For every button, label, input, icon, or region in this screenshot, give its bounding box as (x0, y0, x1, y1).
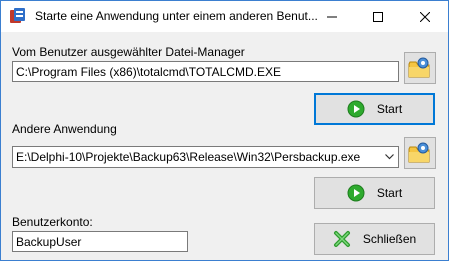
title-bar[interactable]: Starte eine Anwendung unter einem andere… (1, 1, 448, 32)
other-app-start-button[interactable]: Start (314, 177, 435, 209)
folder-gear-icon (408, 57, 430, 78)
close-dialog-button[interactable]: Schließen (314, 223, 435, 255)
minimize-button[interactable] (309, 1, 355, 32)
close-icon (420, 11, 430, 22)
account-field[interactable]: BackupUser (12, 231, 188, 252)
filemanager-label: Vom Benutzer ausgewählter Datei-Manager (12, 45, 245, 59)
app-icon (10, 8, 25, 23)
green-x-icon (333, 231, 350, 247)
other-app-select[interactable]: E:\Delphi-10\Projekte\Backup63\Release\W… (12, 146, 399, 168)
other-app-start-label: Start (376, 186, 403, 200)
other-app-path: E:\Delphi-10\Projekte\Backup63\Release\W… (16, 150, 361, 164)
play-icon (347, 100, 365, 118)
filemanager-start-label: Start (376, 102, 403, 116)
chevron-down-icon (385, 154, 394, 160)
filemanager-path-field[interactable]: C:\Program Files (x86)\totalcmd\TOTALCMD… (12, 61, 399, 82)
other-app-settings-button[interactable] (404, 137, 436, 169)
other-app-label: Andere Anwendung (12, 122, 117, 136)
account-label: Benutzerkonto: (12, 215, 93, 229)
filemanager-settings-button[interactable] (404, 52, 436, 84)
close-dialog-label: Schließen (362, 232, 417, 246)
dropdown-arrow[interactable] (381, 147, 398, 167)
play-icon (347, 184, 365, 202)
minimize-icon (327, 16, 337, 17)
maximize-icon (373, 11, 383, 22)
filemanager-start-button[interactable]: Start (314, 93, 435, 125)
maximize-button[interactable] (355, 1, 401, 32)
app-window: Starte eine Anwendung unter einem andere… (0, 0, 449, 261)
folder-gear-icon (408, 142, 430, 163)
close-window-button[interactable] (402, 1, 448, 32)
window-title: Starte eine Anwendung unter einem andere… (35, 9, 318, 23)
